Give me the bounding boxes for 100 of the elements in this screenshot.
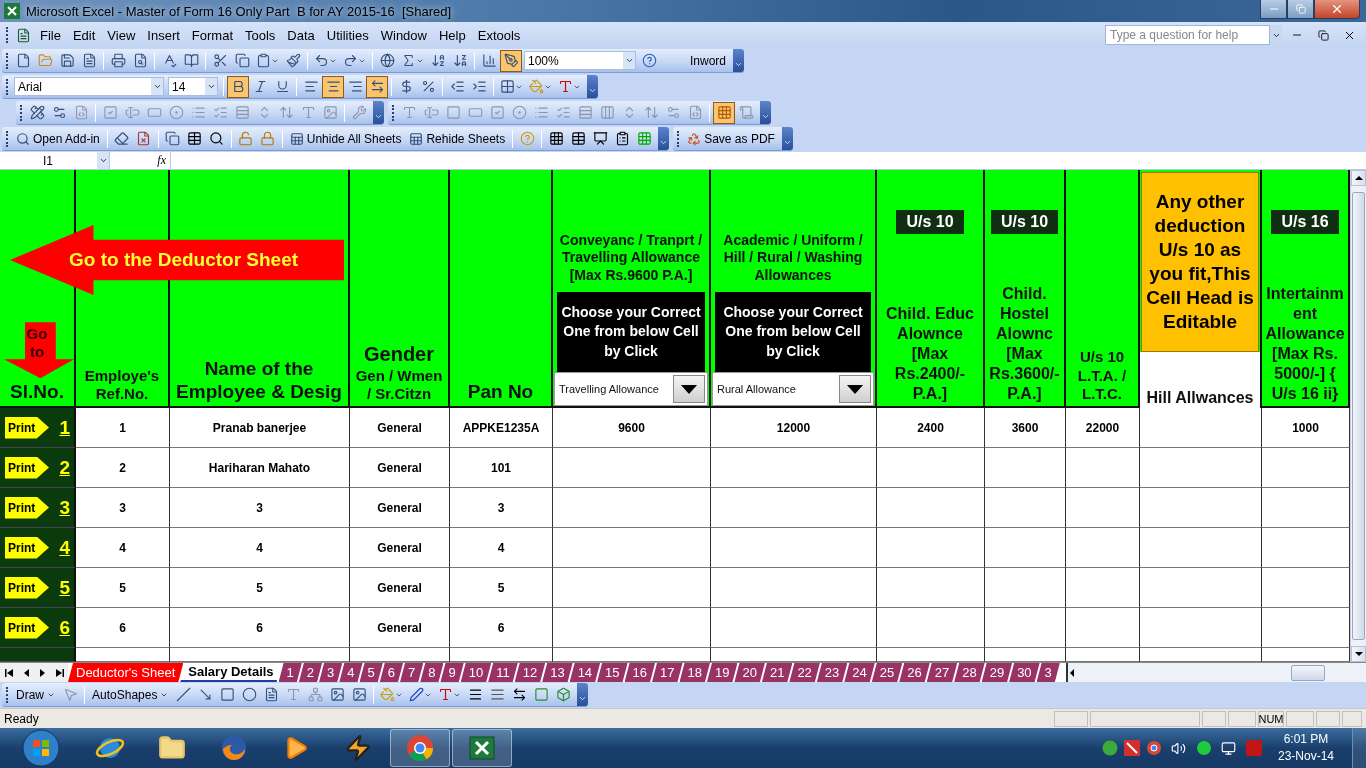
sheet-tab[interactable]: 30 [1009,663,1040,682]
sheet-tab[interactable]: 29 [981,663,1013,682]
sheet-tab[interactable]: 11 [488,663,518,682]
print-button[interactable]: Print [5,536,49,559]
window-title: Microsoft Excel - Master of Form 16 Only Part B for AY 2015-16 [Shared] [26,3,453,19]
sheet-tab[interactable]: 12 [514,663,546,682]
unhide-sheets-button[interactable]: Unhide All Sheets [285,127,406,150]
sheet-tab[interactable]: 26 [899,663,930,682]
sheet-tab[interactable]: 3 [1036,663,1060,682]
header-label: Conveyanc / Tranprt / Travelling Allowance [Max Rs.9600 P.A.] [558,231,704,284]
print-button[interactable]: Print [5,576,49,599]
sheet-tab[interactable]: 20 [734,663,765,682]
rehide-sheets-button[interactable]: Rehide Sheets [405,127,510,150]
draw-menu-button[interactable]: Draw [12,683,59,706]
menu-item[interactable]: Tools [239,25,282,45]
font-field[interactable]: Arial [14,77,164,96]
print-button[interactable]: Print [5,616,49,639]
font-size-field[interactable]: 14 [168,77,218,96]
instruction-note: Choose your Correct One from below Cell by Click [715,292,871,372]
sheet-tab[interactable]: 28 [954,663,985,682]
inword-button[interactable]: Inword [686,49,731,72]
autoshapes-menu-button[interactable]: AutoShapes [88,683,173,706]
zoom-field[interactable]: 100% [524,51,636,70]
header-label: Hill Allwances [1140,352,1260,408]
table-cell: General [350,528,450,568]
table-cell: Hariharan Mahato [170,448,350,488]
sheet-tab[interactable]: 2 [298,663,323,682]
row-link[interactable]: 3 [59,496,70,519]
sheet-tab[interactable]: 25 [871,663,903,682]
sheet-tab[interactable]: 14 [569,663,601,682]
row-link[interactable]: 1 [59,416,70,439]
menu-item[interactable]: Edit [66,25,102,45]
print-button[interactable]: Print [5,496,49,519]
sheet-tab[interactable]: 21 [761,663,793,682]
function-label[interactable]: fx [110,153,170,168]
header-label: Employe's Ref.No. [83,366,161,404]
table-cell: 5 [76,568,170,608]
status-text: Ready [4,711,39,726]
sheet-tab[interactable]: 16 [624,663,656,682]
sheet-tab[interactable]: 15 [597,663,628,682]
menu-item[interactable]: Help [433,25,472,45]
header-label: Intertainment Allowance [Max Rs. 5000/-] { U/s 16 ii} [1264,284,1346,404]
clock[interactable]: 6:01 PM 23-Nov-14 [1267,730,1346,766]
sheet-tab[interactable]: 3 [319,663,343,682]
table-cell: APPKE1235A [450,408,553,448]
row-link[interactable]: 4 [59,536,70,559]
sheet-tab[interactable]: 22 [789,663,820,682]
menu-item[interactable]: Utilities [320,25,375,45]
sheet-tab[interactable]: Deductor's Sheet [68,663,184,682]
menu-item[interactable]: File [34,25,67,45]
table-cell: 4 [450,528,553,568]
table-cell: 4 [76,528,170,568]
table-cell: 1 [76,408,170,448]
menu-item[interactable]: Data [281,25,321,45]
table-cell: 6 [450,608,553,648]
sheet-tab[interactable]: 18 [679,663,710,682]
table-cell: 6 [170,608,350,648]
sheet-tab[interactable]: 5 [359,663,383,682]
table-cell: General [350,408,450,448]
table-cell: 2 [76,448,170,488]
print-button[interactable]: Print [5,416,49,439]
sheet-tab[interactable]: 7 [400,663,424,682]
menu-item[interactable]: Insert [141,25,186,45]
menu-item[interactable]: View [101,25,142,45]
table-cell: 3600 [985,408,1066,448]
sheet-tab[interactable]: 8 [420,663,444,682]
row-link[interactable]: 2 [59,456,70,479]
help-field[interactable]: Type a question for help [1105,25,1270,45]
sheet-tab[interactable]: 4 [339,663,363,682]
sheet-tab[interactable]: 10 [460,663,492,682]
section-badge: U/s 16 [1271,210,1339,234]
table-cell: General [350,488,450,528]
sheet-tab[interactable]: 27 [926,663,958,682]
print-button[interactable]: Print [5,456,49,479]
dropdown-field[interactable]: Travelling Allowance [554,372,708,406]
sheet-tab[interactable]: 13 [542,663,573,682]
row-link[interactable]: 6 [59,616,70,639]
sheet-tab[interactable]: 1 [278,663,302,682]
sheet-tab[interactable]: 9 [440,663,464,682]
sheet-tab[interactable]: 23 [816,663,848,682]
row-link[interactable]: 5 [59,576,70,599]
dropdown-value: Travelling Allowance [559,383,659,395]
menu-item[interactable]: Extools [471,25,527,45]
section-badge: U/s 10 [896,210,964,234]
table-cell: 22000 [1066,408,1140,448]
sheet-tab[interactable]: 17 [652,663,683,682]
sheet-tab[interactable]: 24 [844,663,875,682]
table-cell: 12000 [711,408,877,448]
open-addin-button[interactable]: Open Add-in [12,127,104,150]
section-badge: U/s 10 [990,210,1059,234]
sheet-tab[interactable]: 6 [379,663,403,682]
dropdown-field[interactable]: Rural Allowance [712,372,874,406]
menu-item[interactable]: Format [185,25,239,45]
header-label: Gen / Wmen / Sr.Citzn [354,366,444,404]
menu-item[interactable]: Window [374,25,433,45]
name-box[interactable]: I1 [0,152,110,169]
sheet-tab[interactable]: 19 [706,663,738,682]
instruction-note: Choose your Correct One from below Cell by Click [557,292,705,372]
table-cell: 1000 [1262,408,1350,448]
editable-note: Any other deduction U/s 10 as you fit,This Cell Head is Editable [1141,172,1259,352]
